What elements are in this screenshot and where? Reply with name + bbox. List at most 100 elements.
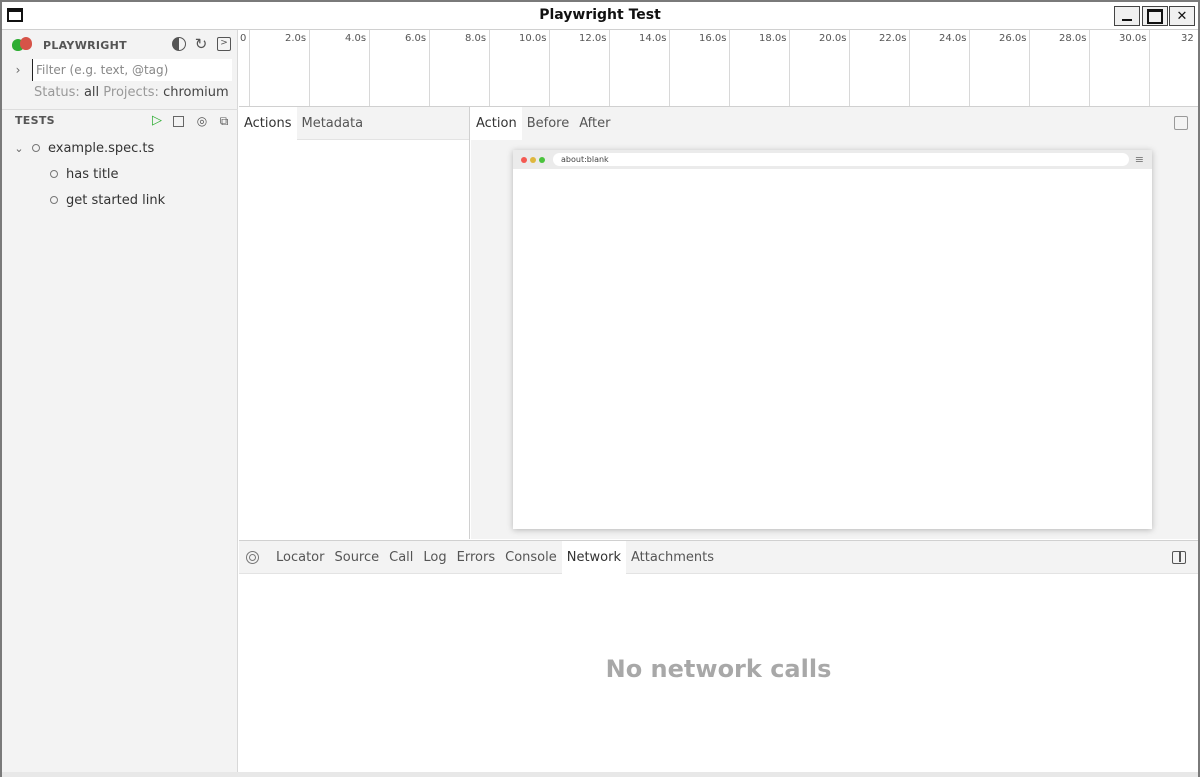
timeline-tick — [489, 30, 490, 106]
tab-before[interactable]: Before — [522, 107, 575, 140]
run-all-icon[interactable]: ▷ — [150, 114, 164, 128]
menu-icon: ≡ — [1134, 153, 1144, 166]
close-button[interactable]: ✕ — [1169, 6, 1195, 26]
tab-after[interactable]: After — [574, 107, 615, 140]
tab-call[interactable]: Call — [384, 541, 418, 574]
sidebar: PLAYWRIGHT ↻ > › Status: all Projects: c… — [2, 30, 238, 775]
filter-row: › — [10, 59, 234, 81]
watch-icon[interactable]: ◎ — [195, 114, 209, 128]
status-circle-icon — [50, 196, 58, 204]
tick-label: 26.0s — [999, 33, 1027, 44]
pick-locator-icon[interactable] — [241, 541, 263, 574]
timeline-tick — [789, 30, 790, 106]
tab-console[interactable]: Console — [500, 541, 562, 574]
tick-label: 28.0s — [1059, 33, 1087, 44]
projects-label: Projects: — [103, 85, 159, 100]
timeline-tick — [1089, 30, 1090, 106]
tick-label: 4.0s — [345, 33, 367, 44]
status-circle-icon — [50, 170, 58, 178]
maximize-button[interactable] — [1142, 6, 1168, 26]
tab-actions[interactable]: Actions — [239, 106, 297, 140]
tree-file-item[interactable]: ⌄ example.spec.ts — [2, 135, 238, 161]
status-filter-summary[interactable]: Status: all Projects: chromium — [34, 85, 229, 100]
timeline-tick — [909, 30, 910, 106]
tab-log[interactable]: Log — [418, 541, 451, 574]
collapse-all-icon[interactable]: ⧉ — [217, 114, 231, 128]
projects-value[interactable]: chromium — [163, 85, 229, 100]
title-bar: Playwright Test ✕ — [2, 2, 1198, 30]
brand: PLAYWRIGHT — [12, 35, 127, 55]
browser-toolbar: about:blank ≡ — [513, 150, 1152, 169]
file-name: example.spec.ts — [48, 140, 155, 156]
timeline-tick — [729, 30, 730, 106]
playwright-logo-icon — [12, 37, 34, 53]
details-tabbar: Locator Source Call Log Errors Console N… — [239, 540, 1198, 574]
tick-label: 22.0s — [879, 33, 907, 44]
tick-label: 8.0s — [465, 33, 487, 44]
timeline-tick — [249, 30, 250, 106]
snapshot-tabbar: Action Before After — [471, 107, 1198, 140]
maximize-dot-icon — [539, 156, 545, 163]
timeline-tick — [1149, 30, 1150, 106]
app-window: Playwright Test ✕ PLAYWRIGHT ↻ > › Statu… — [0, 0, 1200, 777]
tick-label: 12.0s — [579, 33, 607, 44]
tests-header: TESTS ▷ ◎ ⧉ — [2, 109, 238, 131]
tab-source[interactable]: Source — [329, 541, 384, 574]
snapshot-browser: about:blank ≡ — [513, 150, 1152, 529]
terminal-icon[interactable]: > — [217, 37, 231, 51]
details-panel: Locator Source Call Log Errors Console N… — [239, 540, 1198, 775]
reload-icon[interactable]: ↻ — [194, 37, 208, 52]
test-name: get started link — [66, 192, 166, 208]
tick-label: 16.0s — [699, 33, 727, 44]
tick-label: 18.0s — [759, 33, 787, 44]
tick-label: 10.0s — [519, 33, 547, 44]
tick-label: 14.0s — [639, 33, 667, 44]
open-in-new-window-icon[interactable] — [1174, 116, 1188, 130]
minimize-dot-icon — [530, 156, 536, 163]
tick-label: 24.0s — [939, 33, 967, 44]
tab-attachments[interactable]: Attachments — [626, 541, 719, 574]
snapshot-panel: Action Before After about:blank ≡ — [471, 107, 1198, 539]
chevron-right-icon[interactable]: › — [10, 63, 26, 77]
close-dot-icon — [521, 156, 527, 163]
stop-icon[interactable] — [173, 116, 184, 127]
toggle-sidebar-icon[interactable] — [1172, 551, 1186, 564]
timeline-tick — [669, 30, 670, 106]
minimize-button[interactable] — [1114, 6, 1140, 26]
brand-name: PLAYWRIGHT — [43, 38, 127, 52]
status-value[interactable]: all — [84, 85, 99, 100]
tab-action[interactable]: Action — [471, 107, 522, 140]
tick-label: 6.0s — [405, 33, 427, 44]
tab-metadata[interactable]: Metadata — [297, 107, 369, 140]
timeline-tick — [609, 30, 610, 106]
tick-label: 0 — [240, 33, 247, 44]
tab-network[interactable]: Network — [561, 540, 627, 574]
timeline[interactable]: 0 2.0s 4.0s 6.0s 8.0s 10.0s 12.0s 14.0s … — [239, 30, 1198, 107]
tab-locator[interactable]: Locator — [271, 541, 329, 574]
theme-toggle-icon[interactable] — [172, 37, 186, 51]
status-label: Status: — [34, 85, 80, 100]
tab-errors[interactable]: Errors — [452, 541, 500, 574]
empty-network-message: No network calls — [605, 655, 832, 683]
test-tree: ⌄ example.spec.ts has title get started … — [2, 135, 238, 213]
tree-test-item[interactable]: get started link — [2, 187, 238, 213]
timeline-tick — [309, 30, 310, 106]
timeline-tick — [549, 30, 550, 106]
timeline-tick — [1029, 30, 1030, 106]
filter-input[interactable] — [32, 59, 232, 81]
tests-header-label: TESTS — [15, 114, 55, 127]
tick-label: 20.0s — [819, 33, 847, 44]
actions-panel: Actions Metadata — [239, 106, 470, 539]
timeline-tick — [849, 30, 850, 106]
status-circle-icon — [32, 144, 40, 152]
test-name: has title — [66, 166, 119, 182]
tick-label: 30.0s — [1119, 33, 1147, 44]
timeline-tick — [429, 30, 430, 106]
chevron-down-icon[interactable]: ⌄ — [12, 142, 26, 155]
timeline-tick — [369, 30, 370, 106]
horizontal-scrollbar[interactable] — [2, 772, 1198, 777]
tick-label: 2.0s — [285, 33, 307, 44]
window-title: Playwright Test — [539, 7, 661, 23]
tree-test-item[interactable]: has title — [2, 161, 238, 187]
timeline-tick — [969, 30, 970, 106]
